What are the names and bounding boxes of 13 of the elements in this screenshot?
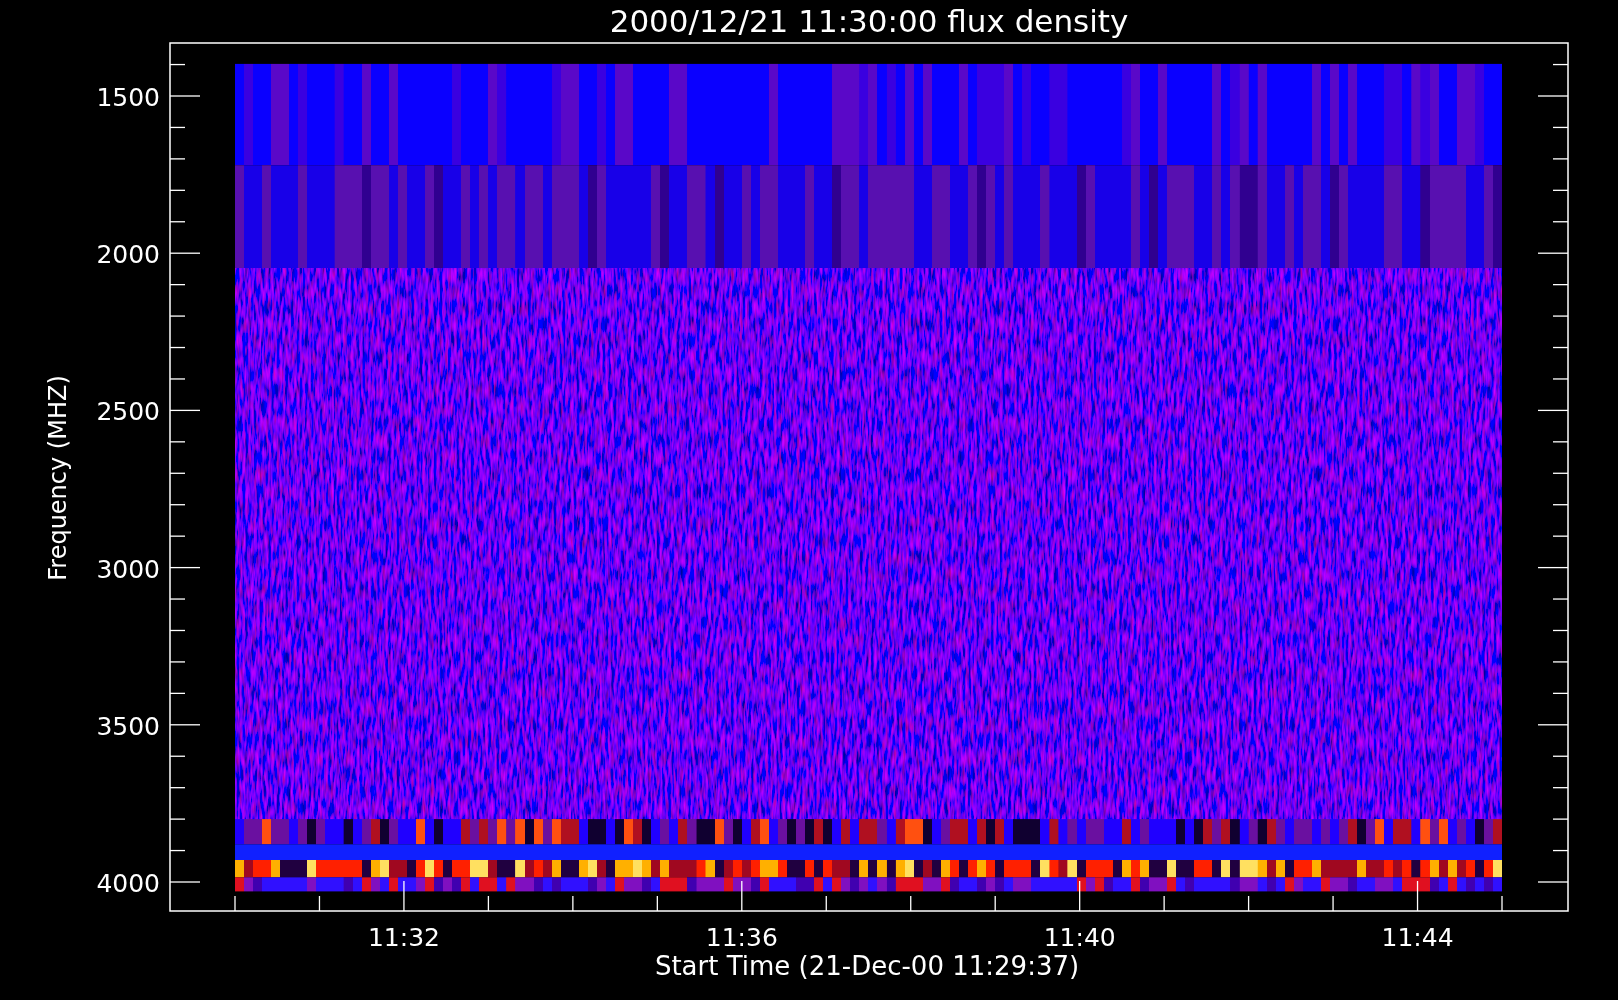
y-tick-label: 4000 bbox=[96, 869, 160, 898]
y-tick-label: 1500 bbox=[96, 83, 160, 112]
x-tick-label: 11:36 bbox=[705, 923, 778, 952]
y-tick-label: 2500 bbox=[96, 397, 160, 427]
y-axis-label: Frequency (MHZ) bbox=[44, 375, 72, 581]
x-tick-label: 11:40 bbox=[1043, 923, 1116, 952]
chart-title: 2000/12/21 11:30:00 flux density bbox=[609, 3, 1129, 39]
x-tick-label: 11:44 bbox=[1381, 923, 1454, 952]
y-tick-label: 3000 bbox=[96, 554, 160, 584]
y-tick-label: 2000 bbox=[96, 240, 160, 270]
x-tick-label: 11:32 bbox=[367, 923, 440, 952]
y-tick-label: 3500 bbox=[96, 711, 160, 741]
x-axis-label: Start Time (21-Dec-00 11:29:37) bbox=[654, 951, 1080, 981]
